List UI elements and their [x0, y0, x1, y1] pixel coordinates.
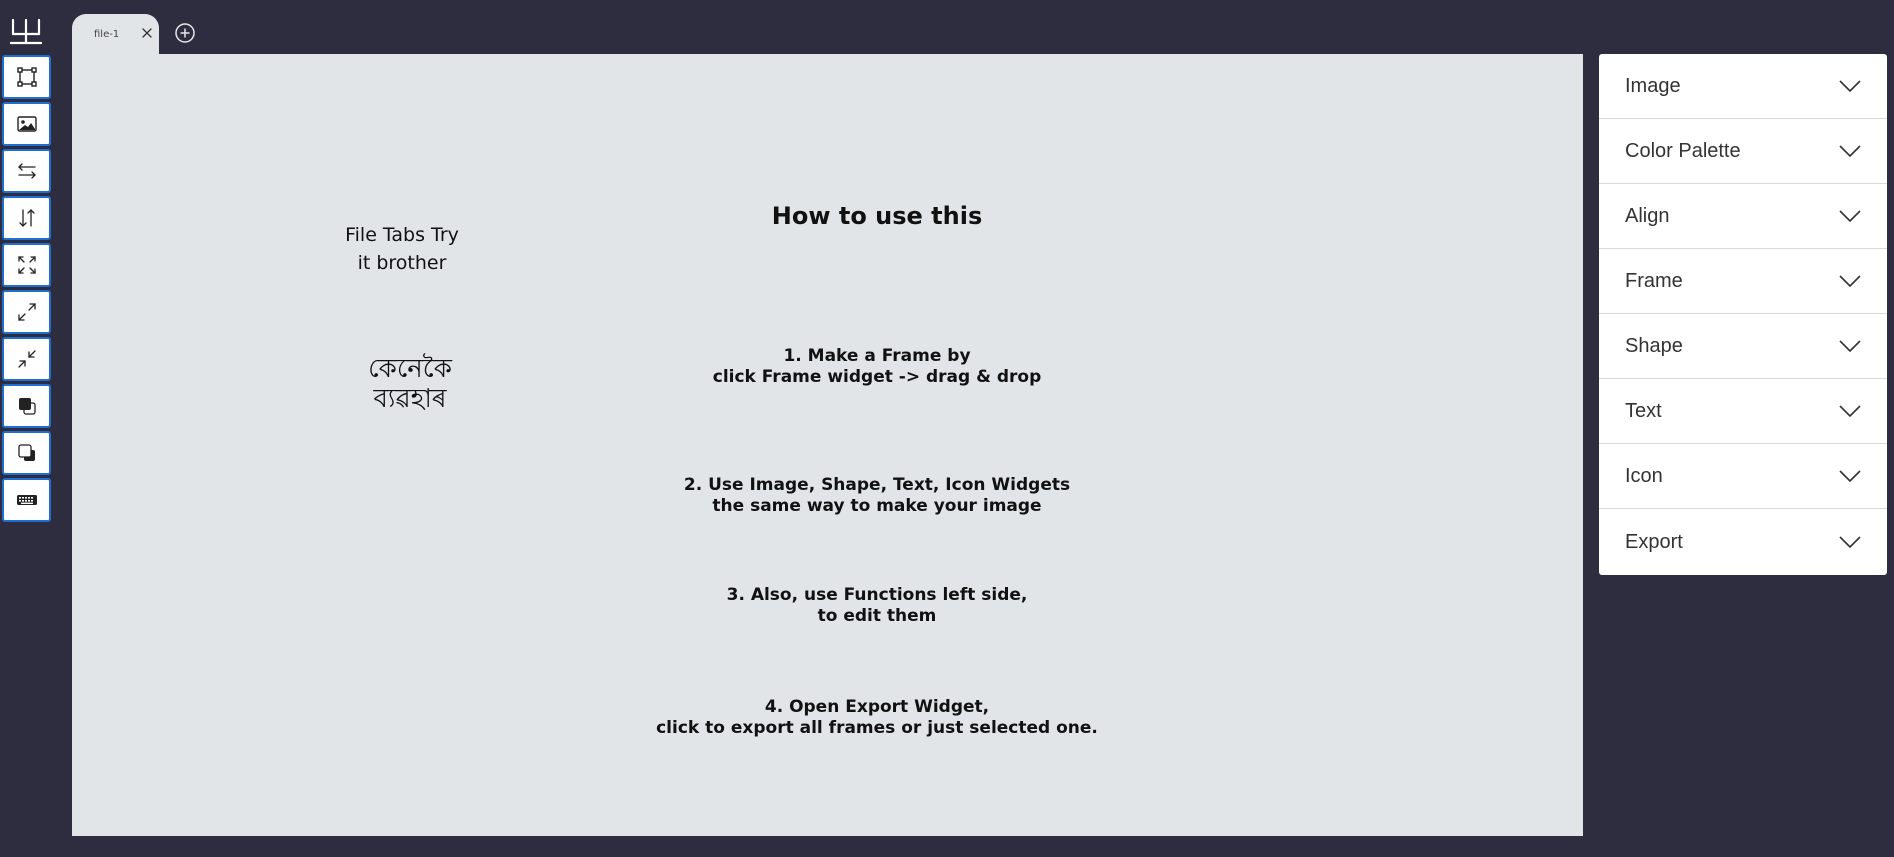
left-toolbar	[2, 55, 53, 525]
minimize-button[interactable]	[2, 337, 51, 381]
chevron-down-icon	[1839, 536, 1861, 548]
send-backward-button[interactable]	[2, 431, 51, 475]
assamese-line-1: কেনেকৈ	[368, 354, 452, 384]
chevron-down-icon	[1839, 405, 1861, 417]
maximize-button[interactable]	[2, 290, 51, 334]
app-root: file-1 File Tabs Try it brother কেনেকৈ ব…	[0, 0, 1894, 857]
assamese-text[interactable]: কেনেকৈ ব্যৱহাৰ	[310, 354, 510, 414]
chevron-down-icon	[1839, 80, 1861, 92]
step-3-line-1: 3. Also, use Functions left side,	[726, 585, 1028, 605]
step-4-line-1: 4. Open Export Widget,	[764, 697, 990, 717]
side-note-line-1: File Tabs Try	[345, 224, 459, 246]
panel-item-label: Align	[1625, 204, 1670, 227]
chevron-down-icon	[1839, 210, 1861, 222]
step-4-text[interactable]: 4. Open Export Widget, click to export a…	[577, 697, 1177, 739]
panel-item-image[interactable]: Image	[1599, 54, 1887, 119]
flip-horizontal-button[interactable]	[2, 149, 51, 193]
expand-button[interactable]	[2, 243, 51, 287]
minimize-diagonal-icon	[17, 350, 36, 368]
keyboard-shortcuts-button[interactable]	[2, 478, 51, 522]
flip-vertical-button[interactable]	[2, 196, 51, 240]
send-backward-icon	[17, 444, 35, 461]
step-2-text[interactable]: 2. Use Image, Shape, Text, Icon Widgets …	[577, 475, 1177, 517]
step-1-line-2: click Frame widget -> drag & drop	[712, 367, 1042, 387]
panel-item-frame[interactable]: Frame	[1599, 249, 1887, 314]
flip-horizontal-icon	[17, 163, 36, 179]
image-icon	[16, 116, 37, 132]
chevron-down-icon	[1839, 340, 1861, 352]
flip-vertical-icon	[18, 209, 35, 227]
panel-item-label: Text	[1625, 399, 1662, 422]
assamese-line-2: ব্যৱহাৰ	[373, 384, 447, 414]
trident-logo-icon	[10, 18, 42, 45]
step-2-line-1: 2. Use Image, Shape, Text, Icon Widgets	[683, 475, 1071, 495]
panel-item-label: Color Palette	[1625, 139, 1741, 162]
panel-item-icon[interactable]: Icon	[1599, 444, 1887, 509]
panel-item-label: Frame	[1625, 269, 1683, 292]
step-3-line-2: to edit them	[817, 606, 937, 626]
step-1-line-1: 1. Make a Frame by	[783, 346, 971, 366]
bring-forward-button[interactable]	[2, 384, 51, 428]
step-3-text[interactable]: 3. Also, use Functions left side, to edi…	[577, 585, 1177, 627]
side-note-line-2: it brother	[357, 252, 447, 274]
panel-item-label: Image	[1625, 74, 1681, 97]
maximize-diagonal-icon	[17, 303, 36, 321]
panel-item-label: Shape	[1625, 334, 1683, 357]
tab-file-1[interactable]: file-1	[72, 14, 159, 54]
step-2-line-2: the same way to make your image	[712, 496, 1042, 516]
side-note-text[interactable]: File Tabs Try it brother	[302, 221, 502, 277]
instructions-heading[interactable]: How to use this	[652, 202, 1102, 230]
panel-item-text[interactable]: Text	[1599, 379, 1887, 444]
chevron-down-icon	[1839, 275, 1861, 287]
frame-tool-button[interactable]	[2, 55, 51, 99]
panel-item-color-palette[interactable]: Color Palette	[1599, 119, 1887, 184]
add-tab-icon[interactable]	[174, 22, 196, 44]
panel-item-label: Export	[1625, 530, 1683, 553]
panel-item-align[interactable]: Align	[1599, 184, 1887, 249]
frame-select-icon	[16, 67, 37, 87]
step-1-text[interactable]: 1. Make a Frame by click Frame widget ->…	[577, 346, 1177, 388]
keyboard-icon	[16, 495, 37, 505]
panel-item-shape[interactable]: Shape	[1599, 314, 1887, 379]
expand-corners-icon	[17, 256, 36, 274]
tab-label: file-1	[94, 29, 120, 40]
panel-item-export[interactable]: Export	[1599, 509, 1887, 575]
design-canvas[interactable]: File Tabs Try it brother কেনেকৈ ব্যৱহাৰ …	[72, 54, 1583, 836]
step-4-line-2: click to export all frames or just selec…	[656, 718, 1098, 738]
image-tool-button[interactable]	[2, 102, 51, 146]
panel-item-label: Icon	[1625, 464, 1663, 487]
close-icon[interactable]	[140, 26, 154, 40]
widget-panel: Image Color Palette Align Frame Shape Te…	[1599, 54, 1887, 575]
chevron-down-icon	[1839, 470, 1861, 482]
bring-forward-icon	[18, 398, 36, 415]
chevron-down-icon	[1839, 145, 1861, 157]
